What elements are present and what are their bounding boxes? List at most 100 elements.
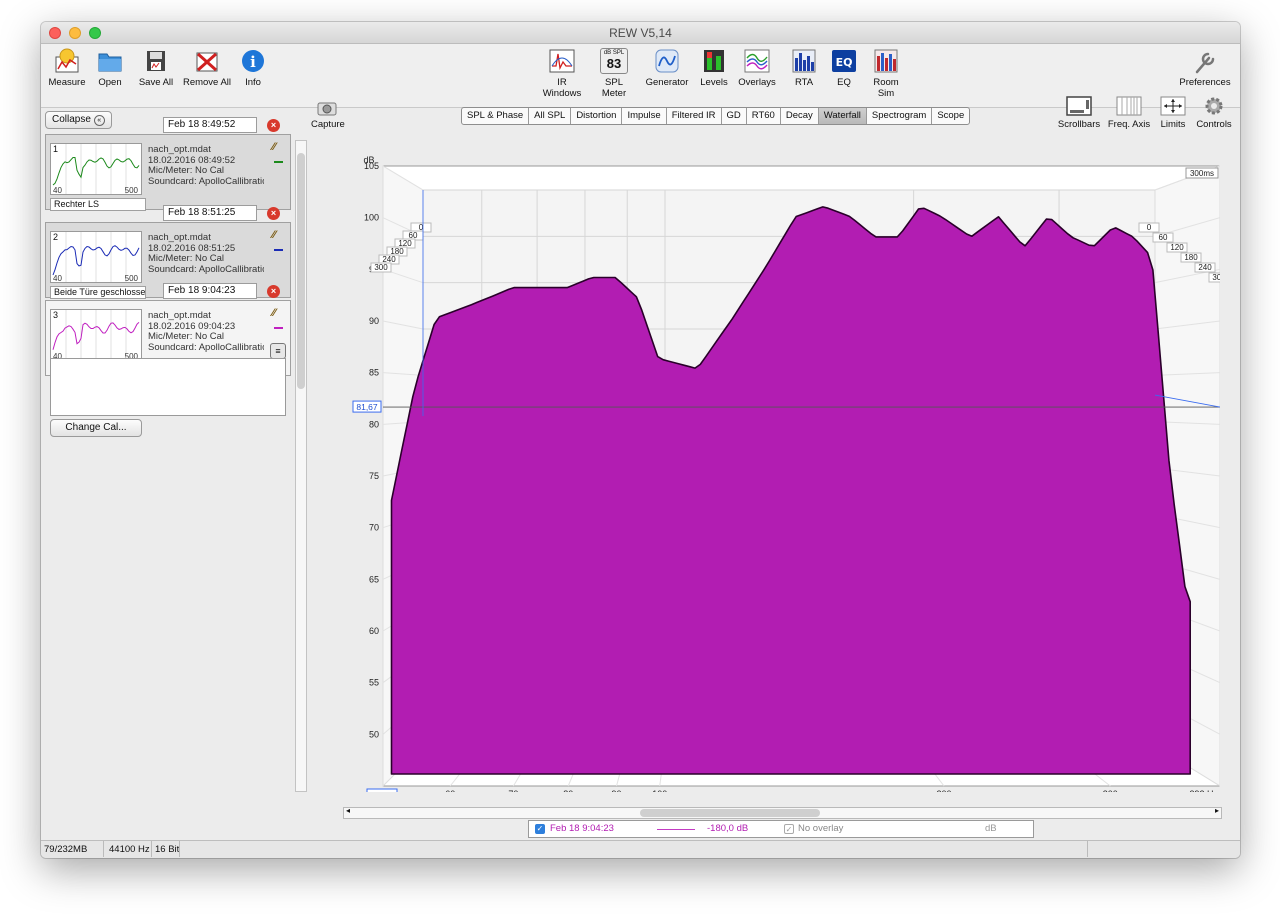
tab-decay[interactable]: Decay bbox=[781, 108, 819, 124]
delete-measurement-icon[interactable]: × bbox=[267, 207, 280, 220]
measurement-mic: Mic/Meter: No Cal bbox=[148, 165, 225, 176]
tab-gd[interactable]: GD bbox=[722, 108, 747, 124]
thumbnail-axis-min: 40 bbox=[53, 274, 62, 283]
y-tick-label: 80 bbox=[369, 419, 379, 429]
bit-depth: 16 Bit bbox=[155, 844, 180, 855]
measurement-datetime-field[interactable]: Feb 18 8:49:52 bbox=[163, 117, 257, 133]
notes-icon[interactable]: ≡ bbox=[270, 343, 286, 359]
controls-button[interactable]: Controls bbox=[1193, 96, 1235, 130]
notes-area[interactable] bbox=[50, 358, 286, 416]
measurement-name-field[interactable]: Beide Türe geschlossen bbox=[50, 286, 146, 299]
delete-measurement-icon[interactable]: × bbox=[267, 285, 280, 298]
open-button[interactable]: Open bbox=[94, 48, 126, 88]
measurement-datetime-field[interactable]: Feb 18 9:04:23 bbox=[163, 283, 257, 299]
thumbnail-axis-max: 500 bbox=[124, 274, 138, 283]
remove-all-icon bbox=[196, 52, 218, 72]
scroll-left-arrow-icon[interactable]: ◂ bbox=[346, 806, 350, 815]
line-color-icon[interactable] bbox=[274, 161, 283, 163]
change-cal-button[interactable]: Change Cal... bbox=[50, 419, 142, 437]
y-tick-label: 50 bbox=[369, 729, 379, 739]
status-divider bbox=[103, 841, 104, 857]
eq-pencil-icon[interactable]: ⁄⁄ bbox=[272, 229, 276, 241]
remove-all-button[interactable]: Remove All bbox=[182, 48, 232, 88]
eq-pencil-icon[interactable]: ⁄⁄ bbox=[272, 307, 276, 319]
tab-distortion[interactable]: Distortion bbox=[571, 108, 623, 124]
measurement-datetime-field[interactable]: Feb 18 8:51:25 bbox=[163, 205, 257, 221]
panel-vertical-scrollbar[interactable] bbox=[295, 140, 307, 792]
x-tick-label: 70 bbox=[508, 789, 518, 792]
scrollbar-thumb[interactable] bbox=[297, 153, 305, 389]
measure-button[interactable]: Measure bbox=[47, 48, 87, 88]
scroll-right-arrow-icon[interactable]: ▸ bbox=[1215, 806, 1219, 815]
legend-measurement-name: Feb 18 9:04:23 bbox=[550, 823, 614, 834]
save-all-label: Save All bbox=[138, 77, 174, 88]
measurement-file: nach_opt.mdat bbox=[148, 145, 211, 155]
generator-button[interactable]: Generator bbox=[644, 48, 690, 88]
title-bar: REW V5,14 bbox=[41, 22, 1240, 44]
measure-icon bbox=[55, 48, 79, 73]
time-label-right: 120 bbox=[1170, 243, 1184, 252]
measurement-mic: Mic/Meter: No Cal bbox=[148, 253, 225, 264]
status-divider bbox=[179, 841, 180, 857]
tab-waterfall[interactable]: Waterfall bbox=[818, 108, 867, 124]
eq-button[interactable]: EQ EQ bbox=[829, 48, 859, 88]
tab-all-spl[interactable]: All SPL bbox=[529, 108, 572, 124]
x-cursor-value: 50,93 bbox=[371, 790, 393, 792]
time-label-right: 180 bbox=[1184, 253, 1198, 262]
tab-spl-phase[interactable]: SPL & Phase bbox=[462, 108, 530, 124]
legend-checkbox[interactable]: ✓ bbox=[535, 824, 545, 834]
measurement-name-field[interactable]: Rechter LS bbox=[50, 198, 146, 211]
ir-windows-button[interactable]: IR Windows bbox=[537, 48, 587, 99]
freq-axis-button[interactable]: Freq. Axis bbox=[1105, 96, 1153, 130]
spl-meter-label: SPL Meter bbox=[601, 77, 627, 99]
line-color-icon[interactable] bbox=[274, 327, 283, 329]
measurement-info: nach_opt.mdat 18.02.2016 09:04:23 Mic/Mete… bbox=[148, 311, 264, 353]
tab-impulse[interactable]: Impulse bbox=[622, 108, 667, 124]
y-cursor-value: 81,67 bbox=[356, 402, 378, 412]
controls-label: Controls bbox=[1196, 119, 1232, 130]
y-tick-label: 90 bbox=[369, 316, 379, 326]
rta-button[interactable]: RTA bbox=[789, 48, 819, 88]
scrollbar-thumb[interactable] bbox=[640, 809, 820, 817]
capture-label: Capture bbox=[311, 119, 345, 130]
thumbnail-axis-max: 500 bbox=[124, 186, 138, 195]
scrollbars-icon bbox=[1066, 96, 1092, 116]
graph-horizontal-scrollbar[interactable]: ◂ ▸ bbox=[343, 806, 1222, 819]
save-all-button[interactable]: Save All bbox=[136, 48, 176, 88]
tab-rt60[interactable]: RT60 bbox=[747, 108, 781, 124]
capture-button[interactable]: Capture bbox=[311, 100, 345, 130]
levels-button[interactable]: Levels bbox=[697, 48, 731, 88]
spl-meter-value: 83 bbox=[606, 56, 622, 71]
overlays-button[interactable]: Overlays bbox=[737, 48, 777, 88]
freq-axis-label: Freq. Axis bbox=[1107, 119, 1151, 130]
room-sim-button[interactable]: Room Sim bbox=[864, 48, 908, 99]
spl-meter-button[interactable]: dB SPL 83 SPL Meter bbox=[593, 48, 635, 99]
eq-pencil-icon[interactable]: ⁄⁄ bbox=[272, 141, 276, 153]
overlay-checkbox[interactable]: ✓ bbox=[784, 824, 794, 834]
measurement-entry[interactable]: 1 40 500 nach_opt.mdat 18.02.2016 08:49:52 Mi… bbox=[45, 134, 291, 211]
room-sim-label: Room Sim bbox=[873, 77, 899, 99]
generator-icon bbox=[655, 49, 679, 73]
collapse-button[interactable]: Collapse « bbox=[45, 111, 112, 129]
preferences-button[interactable]: Preferences bbox=[1179, 48, 1231, 88]
collapse-label: Collapse bbox=[52, 114, 91, 125]
limits-button[interactable]: Limits bbox=[1155, 96, 1191, 130]
line-color-icon[interactable] bbox=[274, 249, 283, 251]
scrollbars-button[interactable]: Scrollbars bbox=[1055, 96, 1103, 130]
y-tick-label: 70 bbox=[369, 523, 379, 533]
ir-windows-label: IR Windows bbox=[542, 77, 582, 99]
y-unit-label: dB bbox=[363, 155, 374, 165]
eq-label: EQ bbox=[837, 77, 851, 88]
delete-measurement-icon[interactable]: × bbox=[267, 119, 280, 132]
memory-usage: 79/232MB bbox=[44, 844, 88, 855]
limits-label: Limits bbox=[1160, 119, 1186, 130]
tab-filtered-ir[interactable]: Filtered IR bbox=[667, 108, 722, 124]
tab-spectrogram[interactable]: Spectrogram bbox=[867, 108, 933, 124]
ir-windows-icon bbox=[549, 49, 575, 73]
measurement-soundcard: Soundcard: ApolloCallibratic bbox=[148, 341, 264, 353]
waterfall-graph[interactable]: 50556065707580859095100105dB607080901002… bbox=[343, 146, 1220, 792]
tab-scope[interactable]: Scope bbox=[932, 108, 969, 124]
scrollbars-label: Scrollbars bbox=[1057, 119, 1101, 130]
measurements-panel: Collapse « Feb 18 8:49:52 × 1 40 500 nach_opt… bbox=[41, 109, 293, 839]
info-button[interactable]: i Info bbox=[239, 48, 267, 88]
